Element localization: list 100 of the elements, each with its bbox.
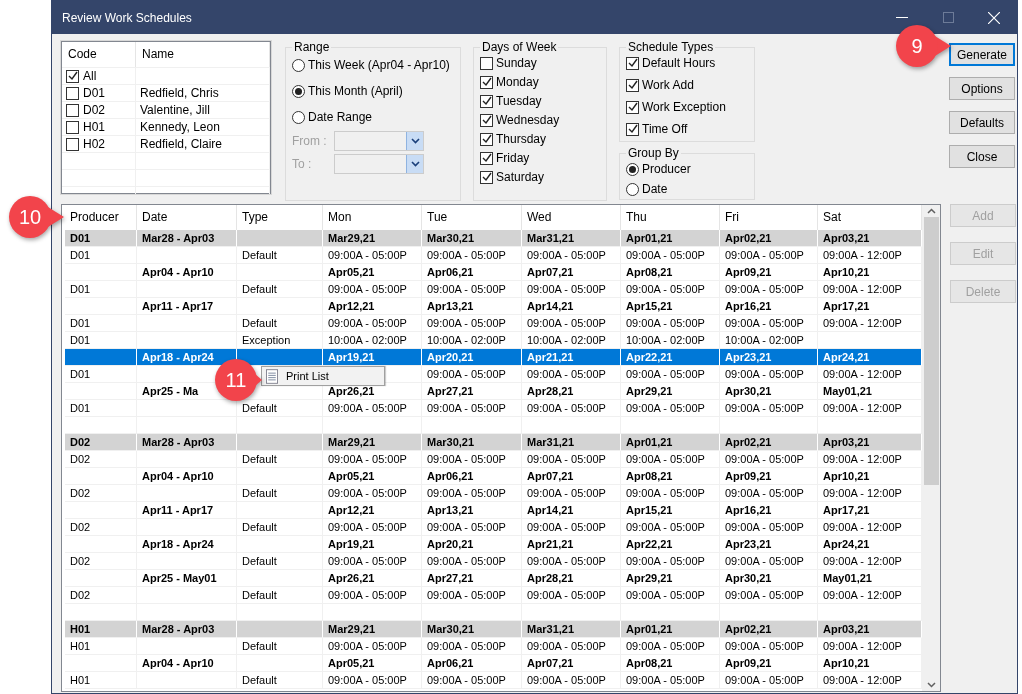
checkbox[interactable] (66, 103, 79, 117)
table-cell: 09:00A - 05:00P (522, 366, 621, 383)
checkbox[interactable] (626, 122, 639, 136)
field-label: To : (292, 157, 313, 171)
table-cell: 09:00A - 05:00P (422, 587, 522, 604)
table-cell: 09:00A - 05:00P (323, 672, 422, 689)
radio-button[interactable] (626, 162, 639, 176)
table-cell: D02 (65, 451, 137, 468)
radio-button[interactable] (292, 84, 305, 98)
dialog-button[interactable]: Generate (949, 43, 1015, 66)
table-cell: 10:00A - 02:00P (422, 332, 522, 349)
group-title: Schedule Types (627, 40, 715, 54)
table-cell: Apr07,21 (522, 264, 621, 281)
code-text: D02 (83, 103, 105, 117)
table-cell: 09:00A - 05:00P (720, 281, 818, 298)
table-cell: 09:00A - 05:00P (621, 281, 720, 298)
checkbox[interactable] (480, 75, 493, 89)
table-cell: Apr16,21 (720, 298, 818, 315)
table-cell: 09:00A - 05:00P (323, 638, 422, 655)
checkbox[interactable] (480, 151, 493, 165)
table-cell: 09:00A - 05:00P (522, 672, 621, 689)
checkbox[interactable] (626, 56, 639, 70)
table-cell: 09:00A - 05:00P (621, 519, 720, 536)
table-cell: 09:00A - 05:00P (422, 247, 522, 264)
radio-button[interactable] (292, 110, 305, 124)
table-cell: Apr07,21 (522, 655, 621, 672)
table-cell: 09:00A - 05:00P (323, 247, 422, 264)
option-label: Work Add (642, 78, 694, 92)
checkbox[interactable] (66, 120, 79, 134)
minimize-icon[interactable] (896, 16, 908, 19)
close-icon[interactable] (988, 11, 1000, 24)
table-cell: Apr04 - Apr10 (137, 468, 237, 485)
table-cell: Apr16,21 (720, 502, 818, 519)
checkbox[interactable] (66, 69, 79, 83)
table-cell: Apr10,21 (818, 264, 922, 281)
chevron-up-icon[interactable] (926, 208, 936, 214)
table-cell: Apr21,21 (522, 349, 621, 366)
table-cell: 09:00A - 05:00P (422, 485, 522, 502)
table-cell: Default (237, 587, 323, 604)
table-cell: Apr03,21 (818, 621, 922, 638)
table-cell: Apr05,21 (323, 468, 422, 485)
table-cell: Default (237, 247, 323, 264)
table-cell: Apr01,21 (621, 230, 720, 247)
group-title: Group By (627, 146, 680, 160)
dialog-button[interactable]: Close (949, 145, 1015, 168)
table-cell: Apr27,21 (422, 570, 522, 587)
step-callout: 9 (896, 25, 951, 67)
table-cell: Apr14,21 (522, 502, 621, 519)
menu-item[interactable]: Print List (264, 367, 382, 385)
checkbox[interactable] (480, 56, 493, 70)
table-cell: Apr22,21 (621, 536, 720, 553)
table-cell: Apr03,21 (818, 434, 922, 451)
radio-button[interactable] (292, 58, 305, 72)
table-cell: Mar28 - Apr03 (137, 621, 237, 638)
chevron-down-icon[interactable] (406, 155, 423, 173)
dialog-button[interactable]: Defaults (949, 111, 1015, 134)
table-cell: 09:00A - 05:00P (720, 247, 818, 264)
column-header[interactable]: Name (136, 42, 270, 67)
chevron-down-icon[interactable] (926, 682, 936, 688)
option-label: Friday (496, 151, 530, 165)
table-cell: D02 (65, 553, 137, 570)
dialog-button[interactable]: Options (949, 77, 1015, 100)
table-cell: 09:00A - 05:00P (422, 672, 522, 689)
table-cell: 09:00A - 05:00P (720, 315, 818, 332)
table-cell: Apr07,21 (522, 468, 621, 485)
table-cell: 09:00A - 05:00P (422, 281, 522, 298)
table-cell: 09:00A - 05:00P (720, 638, 818, 655)
table-cell: Apr15,21 (621, 502, 720, 519)
checkbox[interactable] (626, 78, 639, 92)
option-label: Tuesday (496, 94, 542, 108)
scroll-thumb[interactable] (923, 217, 939, 485)
checkbox[interactable] (480, 94, 493, 108)
table-cell: H01 (65, 638, 137, 655)
radio-button[interactable] (626, 182, 639, 196)
option-label: Date (642, 182, 668, 196)
table-cell: Apr19,21 (323, 536, 422, 553)
checkbox[interactable] (480, 113, 493, 127)
table-cell: 09:00A - 12:00P (818, 247, 922, 264)
table-cell: D01 (65, 400, 137, 417)
table-cell: 09:00A - 05:00P (422, 638, 522, 655)
table-cell: Apr17,21 (818, 502, 922, 519)
table-cell: Apr28,21 (522, 570, 621, 587)
table-cell: Default (237, 315, 323, 332)
scrollbar[interactable] (922, 205, 940, 691)
table-cell: Apr30,21 (720, 570, 818, 587)
checkbox[interactable] (480, 132, 493, 146)
checkbox[interactable] (66, 137, 79, 151)
table-cell: 09:00A - 05:00P (621, 366, 720, 383)
table-cell: 09:00A - 05:00P (522, 638, 621, 655)
table-cell: 09:00A - 05:00P (323, 587, 422, 604)
table-cell: Apr28,21 (522, 383, 621, 400)
table-cell: 09:00A - 05:00P (621, 587, 720, 604)
table-cell: 09:00A - 12:00P (818, 485, 922, 502)
checkbox[interactable] (66, 86, 79, 100)
table-cell: Default (237, 553, 323, 570)
column-header[interactable]: Code (62, 42, 136, 67)
checkbox[interactable] (480, 170, 493, 184)
checkbox[interactable] (626, 100, 639, 114)
option-label: This Week (Apr04 - Apr10) (308, 58, 450, 72)
chevron-down-icon[interactable] (406, 132, 423, 150)
